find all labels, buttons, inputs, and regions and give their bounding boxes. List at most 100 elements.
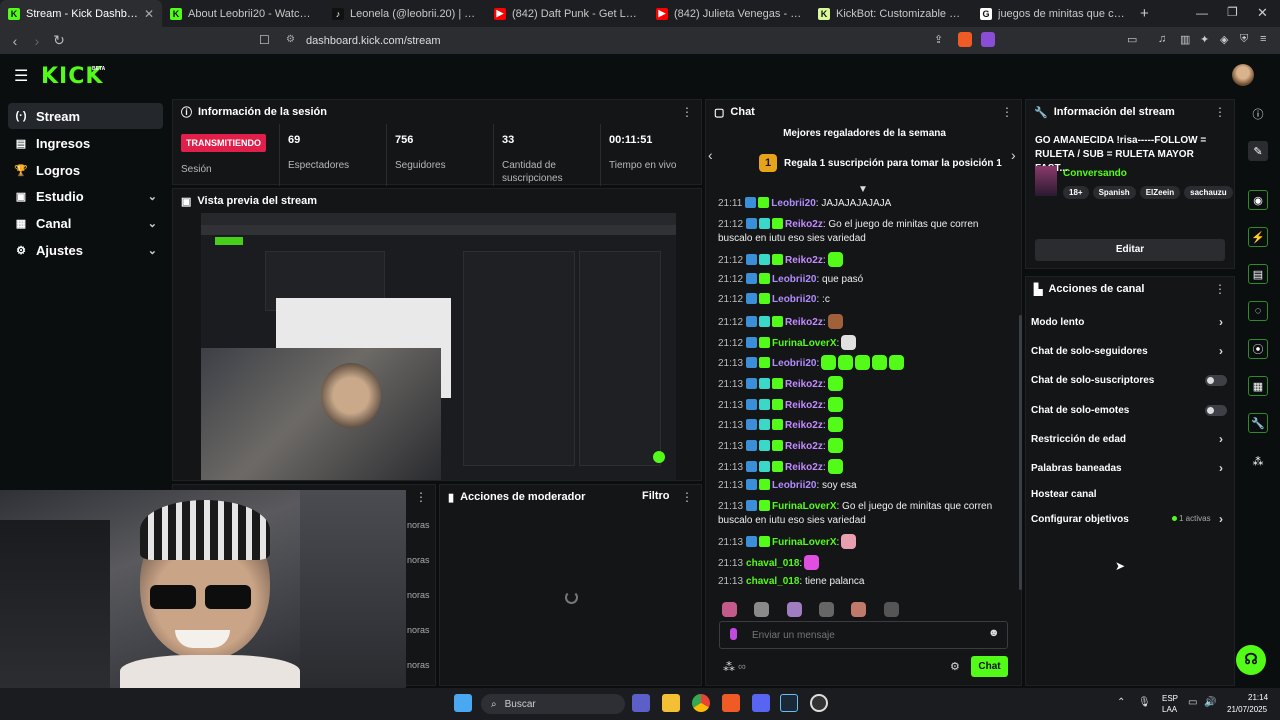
bookmark-icon[interactable]: ☐ bbox=[259, 33, 270, 47]
sidebar-toggle-icon[interactable]: ▥ bbox=[1180, 33, 1190, 46]
browser-tab[interactable]: K About Leobrii20 - Watch Live on Kick bbox=[162, 0, 324, 27]
channel-actions-more-icon[interactable]: ⋮ bbox=[1214, 282, 1226, 296]
chat-message[interactable]: 21:12 Reiko2z: bbox=[718, 314, 1008, 330]
info-tool-icon[interactable]: ⓘ bbox=[1248, 104, 1268, 124]
chat-tool-icon[interactable]: ◌ bbox=[1248, 301, 1268, 321]
close-window-icon[interactable]: ✕ bbox=[1257, 5, 1268, 21]
stream-preview-video[interactable] bbox=[201, 213, 676, 480]
url-field[interactable]: ⚙ dashboard.kick.com/stream bbox=[280, 30, 1010, 51]
chat-username[interactable]: Leobrii20 bbox=[772, 358, 816, 369]
toggle-switch[interactable] bbox=[1205, 404, 1227, 416]
channel-action-hostear-canal[interactable]: Hostear canal bbox=[1031, 484, 1227, 504]
chat-username[interactable]: Leobrii20 bbox=[772, 480, 816, 491]
vpn-icon[interactable]: ⛨ bbox=[1240, 33, 1248, 46]
emote[interactable] bbox=[841, 534, 857, 549]
edit-button[interactable]: Editar bbox=[1035, 239, 1225, 261]
emote[interactable] bbox=[827, 417, 843, 432]
pinned-drop-icon[interactable]: ▼ bbox=[858, 184, 868, 195]
chat-more-icon[interactable]: ⋮ bbox=[1001, 105, 1013, 119]
chat-message[interactable]: 21:13 Reiko2z: bbox=[718, 417, 1008, 433]
chat-message[interactable]: 21:13 chaval_018: tiene palanca bbox=[718, 575, 1008, 589]
emote[interactable] bbox=[786, 602, 802, 617]
browser-tab[interactable]: K KickBot: Customizable Chat Bot for K bbox=[810, 0, 972, 27]
tray-chevron-icon[interactable]: ⌃ bbox=[1117, 697, 1125, 708]
forward-icon[interactable]: › bbox=[26, 33, 48, 49]
emote-strip[interactable] bbox=[720, 602, 970, 618]
chat-username[interactable]: Reiko2z bbox=[785, 400, 823, 411]
wrench-tool-icon[interactable]: 🔧 bbox=[1248, 413, 1268, 433]
leaders-next-icon[interactable]: › bbox=[1011, 147, 1016, 163]
steam-icon[interactable] bbox=[780, 694, 798, 712]
chat-message[interactable]: 21:13 Reiko2z: bbox=[718, 459, 1008, 475]
channel-action-chat-de-solo-suscriptores[interactable]: Chat de solo-suscriptores bbox=[1031, 370, 1227, 390]
taskbar-search[interactable]: ⌕ Buscar bbox=[481, 694, 625, 714]
start-icon[interactable] bbox=[454, 694, 472, 712]
chat-scrollbar[interactable] bbox=[1019, 315, 1022, 590]
edit-tool-icon[interactable]: ✎ bbox=[1248, 141, 1268, 161]
tag[interactable]: 18+ bbox=[1063, 186, 1089, 199]
browser-tab[interactable]: Gjuegos de minitas que coorren - Bus bbox=[972, 0, 1134, 27]
chat-message[interactable]: 21:13 FurinaLoverX: Go el juego de minita… bbox=[718, 500, 1008, 528]
chat-username[interactable]: FurinaLoverX bbox=[772, 501, 836, 512]
chat-username[interactable]: FurinaLoverX bbox=[772, 338, 836, 349]
new-tab-icon[interactable]: + bbox=[1140, 5, 1149, 22]
channel-action-chat-de-solo-emotes[interactable]: Chat de solo-emotes bbox=[1031, 400, 1227, 420]
support-icon[interactable]: ☊ bbox=[1236, 645, 1266, 675]
chat-username[interactable]: chaval_018 bbox=[746, 558, 799, 569]
wallet-icon[interactable]: ◈ bbox=[1220, 33, 1228, 46]
chat-username[interactable]: Reiko2z bbox=[785, 441, 823, 452]
chat-message[interactable]: 21:12 Reiko2z: Go el juego de minitas que… bbox=[718, 218, 1008, 246]
chat-username[interactable]: Reiko2z bbox=[785, 462, 823, 473]
chat-username[interactable]: Leobrii20 bbox=[771, 198, 815, 209]
media-icon[interactable]: ♫ bbox=[1158, 33, 1166, 45]
emote[interactable] bbox=[855, 355, 871, 370]
chat-username[interactable]: Reiko2z bbox=[785, 255, 823, 266]
emote[interactable] bbox=[804, 555, 820, 570]
sidebar-item-ajustes[interactable]: ⚙ Ajustes ⌄ bbox=[8, 237, 163, 263]
reader-icon[interactable]: ▭ bbox=[1127, 33, 1137, 46]
emoji-icon[interactable]: ☻ bbox=[988, 627, 1000, 639]
chat-message[interactable]: 21:12 FurinaLoverX: bbox=[718, 335, 1008, 351]
browser-tab[interactable]: ▶ (842) Julieta Venegas - Me Voy (Vide bbox=[648, 0, 810, 27]
flash-tool-icon[interactable]: ⚡ bbox=[1248, 227, 1268, 247]
kick-points-icon[interactable]: ⁂ bbox=[723, 660, 735, 674]
emote[interactable] bbox=[827, 252, 843, 267]
chat-username[interactable]: Leobrii20 bbox=[772, 294, 816, 305]
tag[interactable]: sachauzu bbox=[1184, 186, 1233, 199]
tray-time[interactable]: 21:14 bbox=[1248, 693, 1268, 702]
emote[interactable] bbox=[889, 355, 905, 370]
emote[interactable] bbox=[827, 376, 843, 391]
avatar[interactable] bbox=[1232, 64, 1254, 86]
chat-username[interactable]: Reiko2z bbox=[785, 420, 823, 431]
extensions-icon[interactable]: ✦ bbox=[1200, 33, 1209, 46]
share-icon[interactable]: ⇪ bbox=[934, 33, 943, 46]
sidebar-item-logros[interactable]: 🏆 Logros bbox=[8, 157, 163, 183]
chat-settings-icon[interactable]: ⚙ bbox=[950, 660, 960, 673]
broadcast-tool-icon[interactable]: ⦿ bbox=[1248, 339, 1268, 359]
emote[interactable] bbox=[827, 459, 843, 474]
explorer-icon[interactable] bbox=[662, 694, 680, 712]
chat-username[interactable]: Reiko2z bbox=[785, 379, 823, 390]
layout-tool-icon[interactable]: ▦ bbox=[1248, 376, 1268, 396]
chat-username[interactable]: Leobrii20 bbox=[772, 274, 816, 285]
reload-icon[interactable]: ↻ bbox=[48, 32, 70, 49]
clipboard-tool-icon[interactable]: ▤ bbox=[1248, 264, 1268, 284]
teams-icon[interactable] bbox=[632, 694, 650, 712]
brave-shield-icon[interactable] bbox=[958, 32, 972, 47]
chat-message[interactable]: 21:11 Leobrii20: JAJAJAJAJAJA bbox=[718, 197, 1008, 211]
chat-username[interactable]: Reiko2z bbox=[785, 219, 823, 230]
emote[interactable] bbox=[722, 602, 737, 617]
tray-date[interactable]: 21/07/2025 bbox=[1227, 705, 1267, 714]
chat-username[interactable]: FurinaLoverX bbox=[772, 537, 836, 548]
browser-tab[interactable]: K Stream - Kick Dashboard ✕ bbox=[0, 0, 162, 27]
chat-message[interactable]: 21:12 Leobrii20: :c bbox=[718, 293, 1008, 307]
channel-action-restricción-de-edad[interactable]: Restricción de edad › bbox=[1031, 429, 1227, 449]
chat-message[interactable]: 21:13 Reiko2z: bbox=[718, 438, 1008, 454]
maximize-icon[interactable]: ❐ bbox=[1227, 5, 1238, 19]
stream-info-more-icon[interactable]: ⋮ bbox=[1214, 105, 1226, 119]
sidebar-item-ingresos[interactable]: ▤ Ingresos bbox=[8, 130, 163, 156]
leaders-prev-icon[interactable]: ‹ bbox=[708, 147, 713, 163]
emote[interactable] bbox=[821, 355, 837, 370]
browser-tab[interactable]: ▶ (842) Daft Punk - Get Lucky (Official bbox=[486, 0, 648, 27]
mod-actions-more-icon[interactable]: ⋮ bbox=[681, 490, 693, 504]
